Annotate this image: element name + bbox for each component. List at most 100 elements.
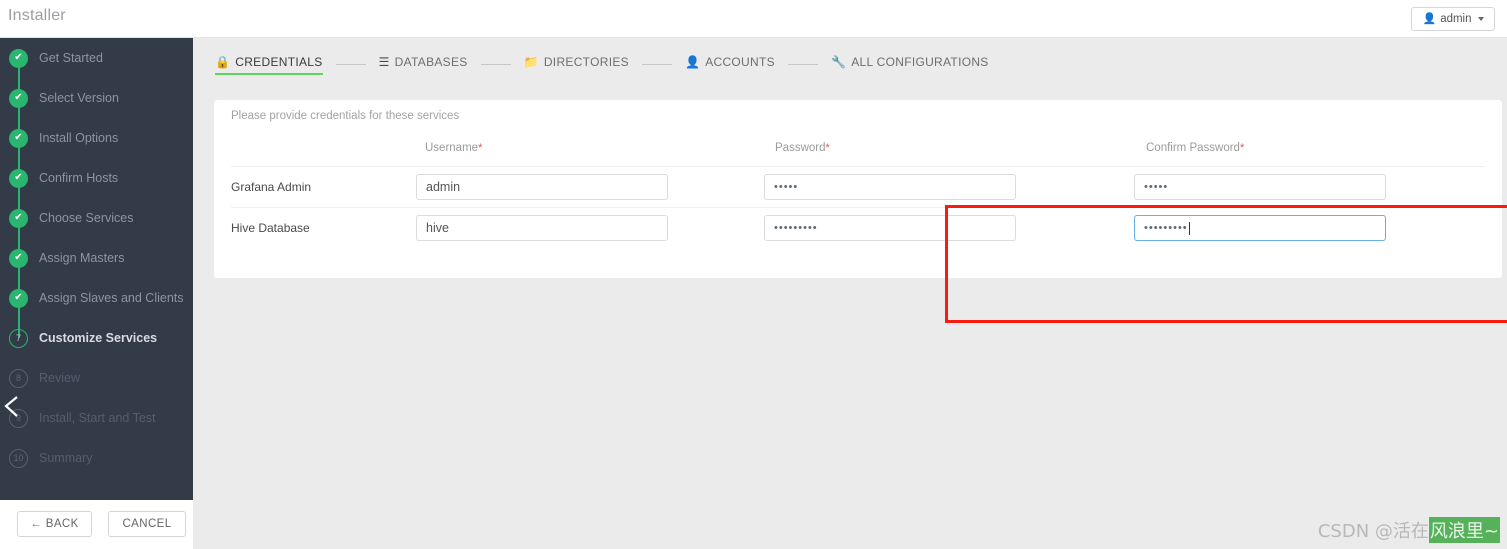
sidebar-step-label: Install Options — [39, 131, 119, 145]
sidebar-step-confirm-hosts[interactable]: Confirm Hosts — [0, 158, 193, 198]
header-username: Username* — [416, 138, 764, 156]
page-title: Installer — [8, 7, 66, 24]
wizard-footer: ← BACK CANCEL — [0, 500, 193, 549]
cell-password: ••••••••• — [764, 215, 1134, 241]
header-confirm-password-label: Confirm Password — [1146, 142, 1240, 154]
sidebar-step-label: Assign Slaves and Clients — [39, 291, 184, 305]
table-header-row: Username* Password* Confirm Password* — [231, 138, 1485, 166]
header-confirm-password: Confirm Password* — [1134, 138, 1485, 156]
sidebar-step-label: Review — [39, 371, 80, 385]
username-input[interactable]: admin — [416, 174, 668, 200]
cell-confirm-password: ••••• — [1134, 174, 1485, 200]
username-input[interactable]: hive — [416, 215, 668, 241]
person-icon: 👤 — [684, 55, 701, 69]
tab-label: CREDENTIALS — [235, 55, 323, 69]
table-row: Hive Database hive ••••••••• ••••••••• — [231, 207, 1485, 248]
user-menu-label: admin — [1440, 13, 1472, 25]
required-marker-confirm: * — [1239, 142, 1245, 154]
wizard-sidebar: Get Started Select Version Install Options… — [0, 38, 193, 500]
step-number-badge: 7 — [9, 328, 28, 348]
sidebar-step-assign-slaves-and-clients[interactable]: Assign Slaves and Clients — [0, 278, 193, 318]
tab-all-configurations[interactable]: 🔧 ALL CONFIGURATIONS — [831, 55, 989, 73]
watermark-highlight: 风浪里~ — [1428, 517, 1500, 543]
sidebar-step-label: Install, Start and Test — [39, 411, 156, 425]
main-content: 🔒 CREDENTIALS ☰ DATABASES 📁 DIRECTORIES 👤 ACCOU… — [193, 38, 1507, 549]
sidebar-step-customize-services[interactable]: 7 Customize Services — [0, 318, 193, 358]
header-password-label: Password — [775, 142, 826, 154]
tab-label: ALL CONFIGURATIONS — [851, 55, 989, 69]
password-value: ••••• — [774, 181, 799, 193]
step-check-icon — [9, 288, 28, 308]
cell-password: ••••• — [764, 174, 1134, 200]
confirm-password-input[interactable]: ••••• — [1134, 174, 1386, 200]
tab-credentials[interactable]: 🔒 CREDENTIALS — [215, 55, 323, 75]
cell-service-name: Grafana Admin — [231, 178, 416, 196]
cell-username: admin — [416, 174, 764, 200]
database-icon: ☰ — [378, 55, 390, 69]
username-value: hive — [426, 221, 449, 235]
sidebar-step-label: Choose Services — [39, 211, 134, 225]
tab-label: DIRECTORIES — [543, 55, 629, 69]
tab-accounts[interactable]: 👤 ACCOUNTS — [685, 55, 775, 73]
text-caret — [1188, 221, 1190, 235]
watermark-prefix: CSDN @活在 — [1317, 521, 1429, 542]
step-check-icon — [9, 248, 28, 268]
sidebar-step-label: Get Started — [39, 51, 103, 65]
wrench-icon: 🔧 — [830, 55, 847, 69]
confirm-password-value: ••••••••• — [1144, 222, 1188, 234]
tab-databases[interactable]: ☰ DATABASES — [379, 55, 468, 73]
password-value: ••••••••• — [774, 222, 818, 234]
sidebar-step-summary[interactable]: 10 Summary — [0, 438, 193, 478]
user-icon: 👤 — [1422, 12, 1437, 25]
step-check-icon — [9, 88, 28, 108]
sidebar-step-install-start-and-test[interactable]: 9 Install, Start and Test — [0, 398, 193, 438]
confirm-password-input[interactable]: ••••••••• — [1134, 215, 1386, 241]
password-input[interactable]: ••••••••• — [764, 215, 1016, 241]
header-password: Password* — [764, 138, 1134, 156]
cell-confirm-password: ••••••••• — [1134, 215, 1485, 241]
back-button[interactable]: ← BACK — [17, 511, 92, 537]
sidebar-step-review[interactable]: 8 Review — [0, 358, 193, 398]
step-number-badge: 8 — [9, 368, 28, 388]
username-value: admin — [426, 180, 461, 194]
sidebar-step-choose-services[interactable]: Choose Services — [0, 198, 193, 238]
tab-directories[interactable]: 📁 DIRECTORIES — [524, 55, 629, 73]
tab-separator — [641, 63, 672, 65]
sidebar-step-assign-masters[interactable]: Assign Masters — [0, 238, 193, 278]
tab-separator — [480, 63, 511, 65]
step-check-icon — [9, 128, 28, 148]
credentials-hint: Please provide credentials for these ser… — [231, 110, 460, 122]
lock-icon: 🔒 — [215, 55, 231, 69]
service-name-label: Hive Database — [231, 221, 310, 235]
tab-separator — [787, 63, 818, 65]
credentials-card: Please provide credentials for these ser… — [214, 100, 1502, 278]
step-check-icon — [9, 208, 28, 228]
config-tabbar: 🔒 CREDENTIALS ☰ DATABASES 📁 DIRECTORIES 👤 ACCOU… — [193, 38, 1507, 90]
confirm-password-value: ••••• — [1144, 181, 1169, 193]
step-number-badge: 10 — [9, 448, 28, 468]
cancel-button[interactable]: CANCEL — [108, 511, 186, 537]
cell-username: hive — [416, 215, 764, 241]
sidebar-step-label: Select Version — [39, 91, 119, 105]
cell-service-name: Hive Database — [231, 219, 416, 237]
tab-label: DATABASES — [394, 55, 468, 69]
required-marker-password: * — [825, 142, 830, 154]
sidebar-step-label: Customize Services — [39, 331, 158, 345]
sidebar-step-label: Assign Masters — [39, 251, 125, 265]
folder-icon: 📁 — [523, 55, 539, 69]
sidebar-step-get-started[interactable]: Get Started — [0, 38, 193, 78]
required-marker-username: * — [478, 142, 483, 154]
tab-label: ACCOUNTS — [705, 55, 775, 69]
step-number-badge: 9 — [9, 408, 28, 428]
credentials-table: Username* Password* Confirm Password* Gr… — [231, 138, 1485, 248]
step-check-icon — [9, 48, 28, 68]
sidebar-step-install-options[interactable]: Install Options — [0, 118, 193, 158]
password-input[interactable]: ••••• — [764, 174, 1016, 200]
user-menu-button[interactable]: 👤 admin — [1411, 7, 1495, 31]
table-row: Grafana Admin admin ••••• ••••• — [231, 166, 1485, 207]
sidebar-step-label: Summary — [39, 451, 93, 465]
watermark: CSDN @活在 风浪里~ — [1318, 517, 1500, 543]
step-check-icon — [9, 168, 28, 188]
header-username-label: Username — [425, 142, 479, 154]
sidebar-step-select-version[interactable]: Select Version — [0, 78, 193, 118]
